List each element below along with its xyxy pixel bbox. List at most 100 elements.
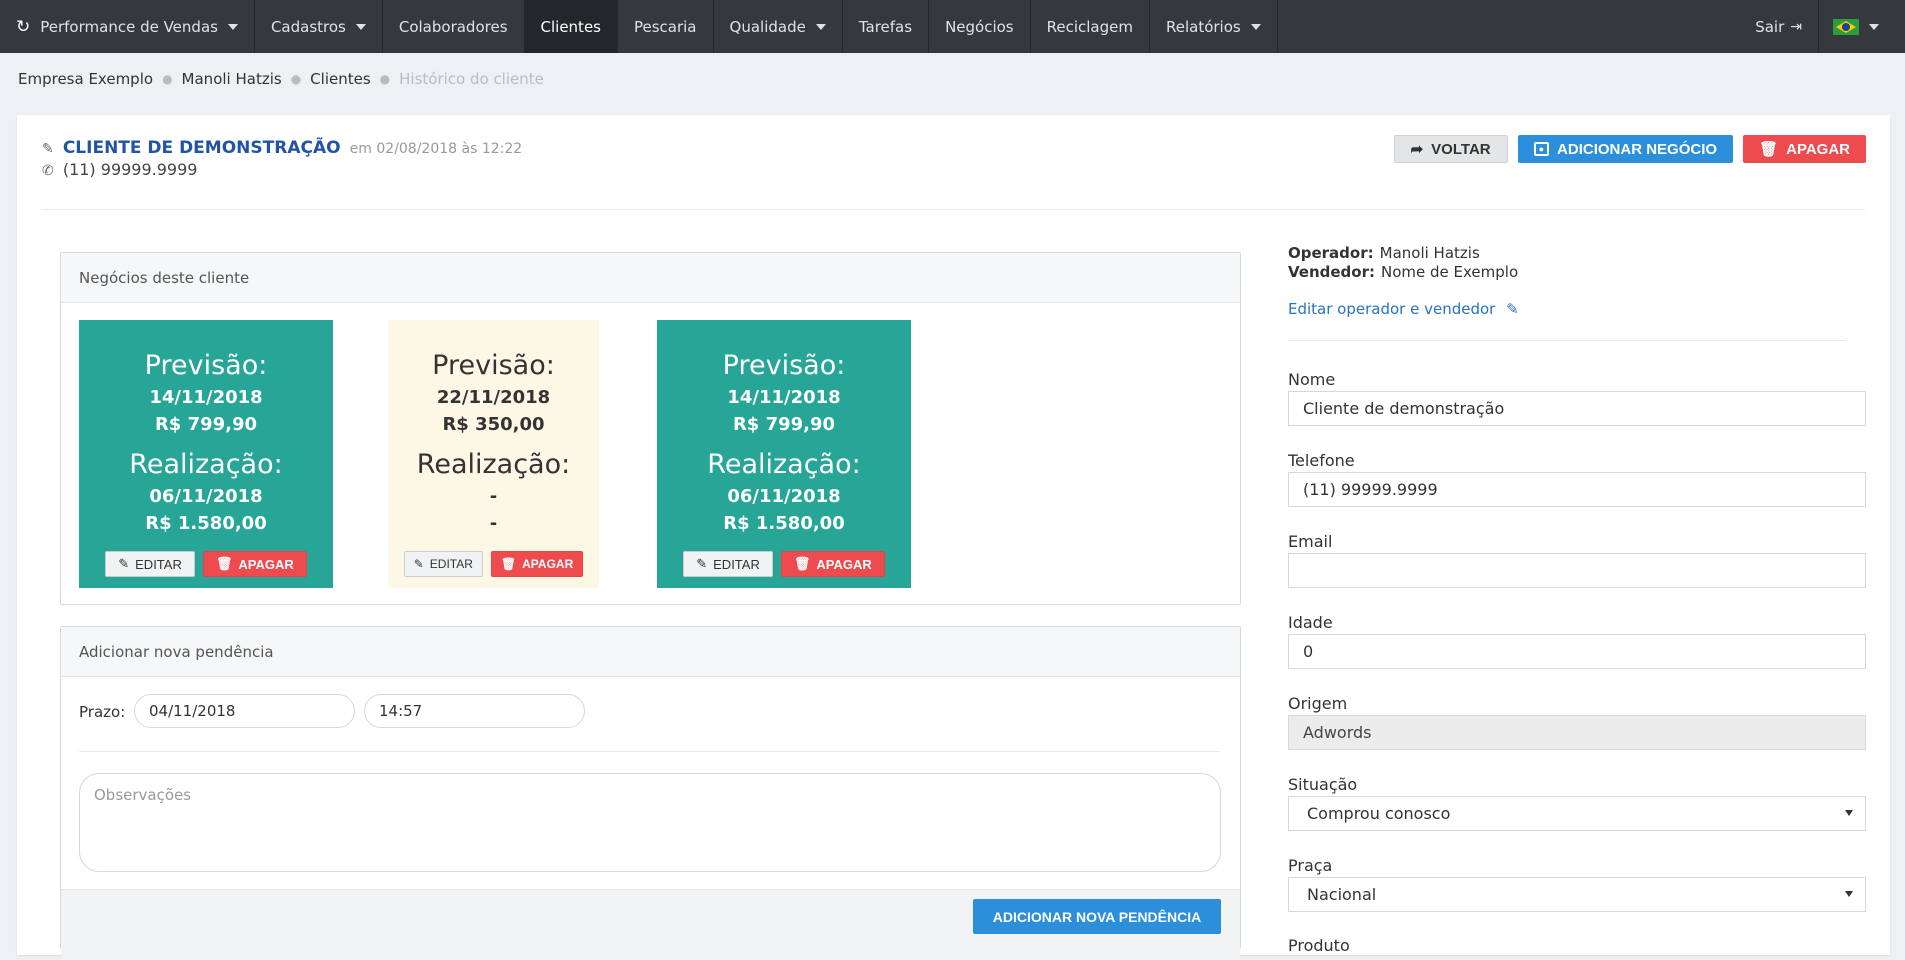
seller-row: Vendedor: Nome de Exemplo bbox=[1288, 263, 1518, 281]
deal-card: Previsão: 22/11/2018 R$ 350,00 Realizaçã… bbox=[388, 320, 599, 588]
trash-icon: 🗑 bbox=[793, 556, 811, 571]
chevron-down-icon bbox=[227, 23, 238, 30]
back-button[interactable]: ➦ VOLTAR bbox=[1393, 135, 1508, 163]
trash-icon: 🗑 bbox=[215, 556, 233, 571]
breadcrumb-user[interactable]: Manoli Hatzis bbox=[182, 70, 282, 88]
deadline-label: Prazo: bbox=[79, 703, 126, 721]
done-label: Realização: bbox=[416, 449, 571, 480]
edit-operator-seller-link[interactable]: Editar operador e vendedor ✎ bbox=[1288, 300, 1519, 318]
trash-icon: 🗑 bbox=[500, 557, 517, 571]
chevron-down-icon bbox=[355, 23, 366, 30]
logout-label: Sair bbox=[1755, 17, 1785, 36]
logout-button[interactable]: Sair ⇥ bbox=[1739, 0, 1818, 53]
brazil-flag-icon bbox=[1833, 18, 1859, 35]
age-label: Idade bbox=[1288, 613, 1333, 632]
deadline-date-input[interactable]: 04/11/2018 bbox=[134, 694, 355, 728]
nav-reciclagem[interactable]: Reciclagem bbox=[1031, 0, 1150, 53]
forecast-value: R$ 350,00 bbox=[442, 414, 545, 435]
email-label: Email bbox=[1288, 532, 1333, 551]
share-arrow-icon: ➦ bbox=[1410, 141, 1424, 158]
delete-deal-button[interactable]: 🗑 APAGAR bbox=[780, 551, 885, 577]
breadcrumb: Empresa Exemplo ● Manoli Hatzis ● Client… bbox=[18, 70, 544, 88]
notes-textarea[interactable]: Observações bbox=[79, 773, 1221, 872]
nav-pescaria[interactable]: Pescaria bbox=[618, 0, 714, 53]
sign-out-icon: ⇥ bbox=[1790, 18, 1802, 35]
top-navbar: ↻ Performance de Vendas Cadastros Colabo… bbox=[0, 0, 1905, 53]
status-label: Situação bbox=[1288, 775, 1358, 794]
status-select[interactable]: Comprou conosco bbox=[1288, 796, 1866, 831]
language-menu[interactable] bbox=[1818, 0, 1905, 53]
phone-icon: ✆ bbox=[42, 163, 54, 179]
breadcrumb-separator: ● bbox=[379, 72, 391, 86]
delete-client-button[interactable]: 🗑 APAGAR bbox=[1743, 135, 1866, 163]
deals-panel-title: Negócios deste cliente bbox=[61, 253, 1240, 303]
nav-relatorios[interactable]: Relatórios bbox=[1150, 0, 1278, 53]
deal-card: Previsão: 14/11/2018 R$ 799,90 Realizaçã… bbox=[79, 320, 333, 588]
edit-deal-button[interactable]: ✎ EDITAR bbox=[105, 551, 195, 577]
nav-colaboradores[interactable]: Colaboradores bbox=[383, 0, 525, 53]
edit-deal-button[interactable]: ✎ EDITAR bbox=[683, 551, 773, 577]
brand-label: Performance de Vendas bbox=[40, 17, 218, 36]
client-phone: (11) 99999.9999 bbox=[62, 160, 198, 179]
seller-label: Vendedor: bbox=[1288, 263, 1375, 281]
delete-deal-button[interactable]: 🗑 APAGAR bbox=[202, 551, 307, 577]
edit-icon: ✎ bbox=[1506, 300, 1519, 318]
square-select[interactable]: Nacional bbox=[1288, 877, 1866, 912]
breadcrumb-company[interactable]: Empresa Exemplo bbox=[18, 70, 153, 88]
breadcrumb-clients[interactable]: Clientes bbox=[310, 70, 370, 88]
delete-label: APAGAR bbox=[816, 556, 872, 572]
nav-label: Qualidade bbox=[729, 17, 806, 36]
breadcrumb-separator: ● bbox=[290, 72, 302, 86]
add-deal-button[interactable]: ● ADICIONAR NEGÓCIO bbox=[1517, 135, 1734, 163]
done-label: Realização: bbox=[707, 449, 861, 480]
nav-label: Tarefas bbox=[858, 17, 913, 36]
chevron-down-icon bbox=[1250, 23, 1261, 30]
edit-deal-button[interactable]: ✎ EDITAR bbox=[403, 551, 483, 577]
square-value: Nacional bbox=[1307, 885, 1377, 904]
forecast-label: Previsão: bbox=[432, 350, 555, 381]
phone-input[interactable]: (11) 99999.9999 bbox=[1288, 472, 1866, 507]
pending-panel-title: Adicionar nova pendência bbox=[61, 627, 1240, 677]
name-input[interactable]: Cliente de demonstração bbox=[1288, 391, 1866, 426]
trash-icon: 🗑 bbox=[1759, 141, 1779, 158]
forecast-date: 22/11/2018 bbox=[436, 387, 551, 408]
product-label: Produto bbox=[1288, 936, 1350, 955]
brand-menu[interactable]: ↻ Performance de Vendas bbox=[0, 0, 255, 53]
operator-label: Operador: bbox=[1288, 244, 1374, 262]
deadline-time-input[interactable]: 14:57 bbox=[364, 694, 585, 728]
nav-cadastros[interactable]: Cadastros bbox=[255, 0, 383, 53]
header-actions: ➦ VOLTAR ● ADICIONAR NEGÓCIO 🗑 APAGAR bbox=[1393, 135, 1866, 163]
delete-label: APAGAR bbox=[1786, 140, 1850, 158]
brand-logo-icon: ↻ bbox=[16, 16, 31, 37]
done-date: 06/11/2018 bbox=[149, 486, 263, 507]
edit-label: EDITAR bbox=[713, 556, 760, 572]
back-label: VOLTAR bbox=[1431, 140, 1491, 158]
client-created-date: em 02/08/2018 às 12:22 bbox=[349, 141, 523, 157]
done-label: Realização: bbox=[129, 449, 283, 480]
done-date: 06/11/2018 bbox=[727, 486, 841, 507]
nav-negocios[interactable]: Negócios bbox=[929, 0, 1031, 53]
done-value: R$ 1.580,00 bbox=[723, 513, 845, 534]
age-input[interactable]: 0 bbox=[1288, 634, 1866, 669]
email-input[interactable] bbox=[1288, 553, 1866, 588]
nav-label: Colaboradores bbox=[398, 17, 508, 36]
forecast-label: Previsão: bbox=[144, 350, 268, 381]
forecast-date: 14/11/2018 bbox=[149, 387, 263, 408]
nav-qualidade[interactable]: Qualidade bbox=[714, 0, 843, 53]
done-value: - bbox=[489, 513, 498, 534]
operator-row: Operador: Manoli Hatzis bbox=[1288, 244, 1480, 262]
breadcrumb-separator: ● bbox=[162, 72, 173, 86]
pencil-icon: ✎ bbox=[118, 556, 130, 571]
edit-link-label: Editar operador e vendedor bbox=[1288, 300, 1496, 318]
nav-label: Reciclagem bbox=[1046, 17, 1133, 36]
seller-value: Nome de Exemplo bbox=[1381, 263, 1519, 281]
nav-clientes[interactable]: Clientes bbox=[524, 0, 618, 53]
operator-value: Manoli Hatzis bbox=[1379, 244, 1480, 262]
divider bbox=[1288, 340, 1846, 341]
origin-input: Adwords bbox=[1288, 715, 1866, 750]
nav-tarefas[interactable]: Tarefas bbox=[843, 0, 930, 53]
pencil-icon: ✎ bbox=[696, 556, 708, 571]
delete-deal-button[interactable]: 🗑 APAGAR bbox=[490, 551, 584, 577]
add-pending-button[interactable]: ADICIONAR NOVA PENDÊNCIA bbox=[973, 899, 1221, 934]
divider bbox=[79, 751, 1220, 752]
